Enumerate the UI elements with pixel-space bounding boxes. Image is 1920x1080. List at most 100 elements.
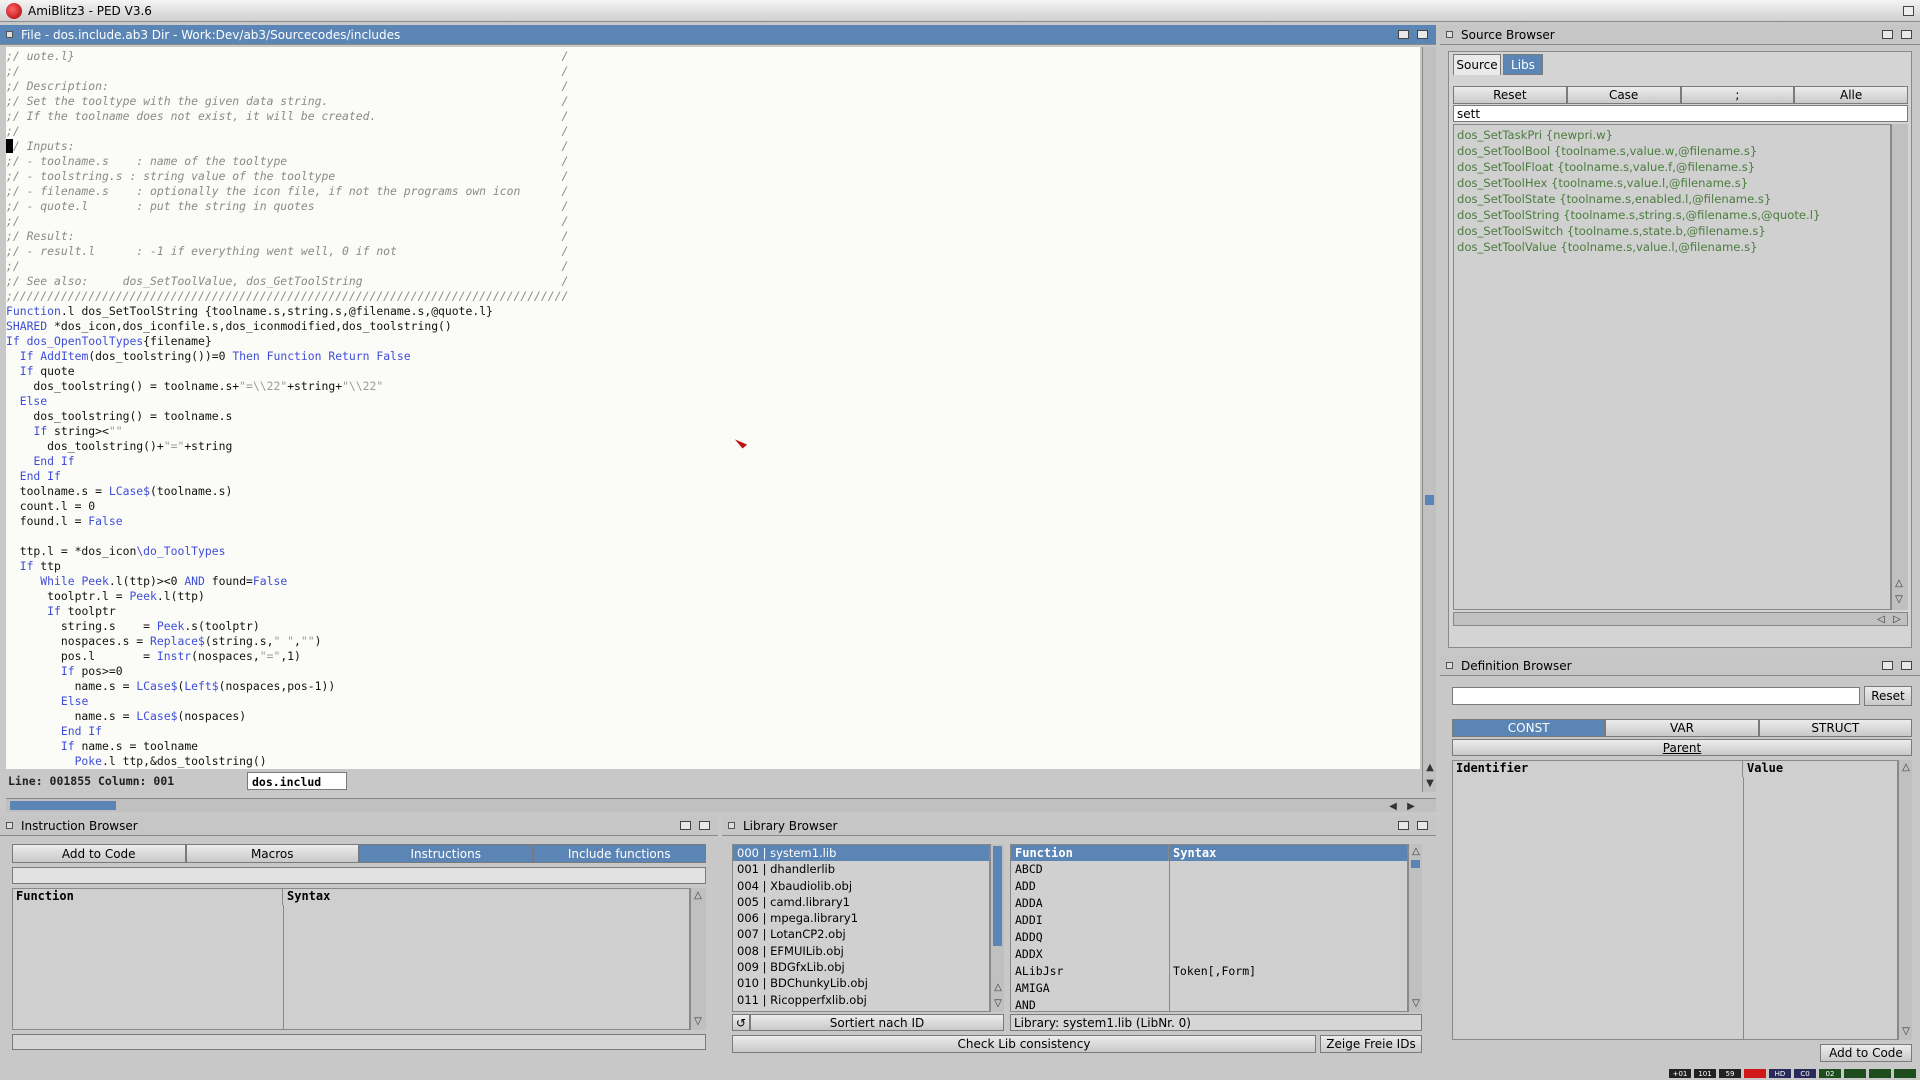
code-line[interactable]: End If (6, 469, 1420, 484)
function-row[interactable]: ADDI (1011, 912, 1407, 929)
close-icon[interactable] (728, 822, 735, 829)
code-line[interactable]: name.s = LCase$(Left$(nospaces,pos-1)) (6, 679, 1420, 694)
library-function-scrollbar[interactable]: △ ▽ (1408, 844, 1422, 1012)
code-line[interactable]: dos_toolstring() = toolname.s (6, 409, 1420, 424)
code-line[interactable]: ;/ See also: dos_SetToolValue, dos_GetTo… (6, 274, 1420, 289)
tab-struct[interactable]: STRUCT (1758, 719, 1912, 737)
library-list-item[interactable]: 010 | BDChunkyLib.obj (733, 975, 989, 991)
library-list-item[interactable]: 009 | BDGfxLib.obj (733, 959, 989, 975)
scroll-up-icon[interactable]: △ (991, 980, 1005, 994)
library-list-item[interactable]: 007 | LotanCP2.obj (733, 926, 989, 942)
editor-horizontal-scrollbar[interactable]: ◀ ▶ (6, 798, 1436, 812)
source-list[interactable]: dos_SetTaskPri {newpri.w} dos_SetToolBool… (1453, 124, 1891, 610)
code-line[interactable]: Else (6, 394, 1420, 409)
library-list-item[interactable]: 008 | EFMUILib.obj (733, 943, 989, 959)
zoom-icon[interactable] (1398, 821, 1409, 830)
code-line[interactable]: If string><"" (6, 424, 1420, 439)
case-button[interactable]: Case (1566, 86, 1681, 104)
semicolon-button[interactable]: ; (1680, 86, 1795, 104)
scroll-up-icon[interactable]: △ (1892, 576, 1906, 590)
code-line[interactable]: count.l = 0 (6, 499, 1420, 514)
code-line[interactable]: End If (6, 454, 1420, 469)
depth-icon[interactable] (1417, 30, 1428, 39)
code-line[interactable]: If name.s = toolname (6, 739, 1420, 754)
editor-window-titlebar[interactable]: File - dos.include.ab3 Dir - Work:Dev/ab… (0, 25, 1436, 45)
code-line[interactable]: ;/ Inputs: / (6, 139, 1420, 154)
code-line[interactable]: ;/ / (6, 214, 1420, 229)
source-list-item[interactable]: dos_SetToolBool {toolname.s,value.w,@fil… (1454, 143, 1890, 159)
library-list-item[interactable]: 011 | Ricopperfxlib.obj (733, 992, 989, 1008)
function-row[interactable]: ADDA (1011, 895, 1407, 912)
code-line[interactable]: If toolptr (6, 604, 1420, 619)
check-lib-consistency-button[interactable]: Check Lib consistency (732, 1035, 1316, 1053)
instruction-table[interactable]: Function Syntax (12, 888, 690, 1030)
code-line[interactable]: If dos_OpenToolTypes{filename} (6, 334, 1420, 349)
sort-toggle-icon[interactable]: ↺ (732, 1014, 750, 1031)
zoom-icon[interactable] (1882, 30, 1893, 39)
close-icon[interactable] (1446, 31, 1453, 38)
depth-icon[interactable] (1417, 821, 1428, 830)
library-scroll-knob[interactable] (993, 846, 1002, 946)
function-row[interactable]: AMIGA (1011, 980, 1407, 997)
scroll-up-icon[interactable]: △ (1409, 844, 1423, 858)
definition-add-to-code-button[interactable]: Add to Code (1820, 1044, 1912, 1062)
definition-search-input[interactable] (1452, 687, 1860, 705)
scroll-up-icon[interactable]: △ (691, 888, 705, 902)
instructions-button[interactable]: Instructions (359, 844, 533, 863)
editor-vscroll-knob[interactable] (1425, 495, 1434, 505)
code-line[interactable]: ;/ Description: / (6, 79, 1420, 94)
column-value[interactable]: Value (1743, 761, 1783, 777)
code-line[interactable]: ttp.l = *dos_icon\do_ToolTypes (6, 544, 1420, 559)
code-line[interactable]: ;/ / (6, 124, 1420, 139)
reset-button[interactable]: Reset (1453, 86, 1567, 104)
code-line[interactable]: If AddItem(dos_toolstring())=0 Then Func… (6, 349, 1420, 364)
source-list-item[interactable]: dos_SetToolValue {toolname.s,value.l,@fi… (1454, 239, 1890, 255)
scroll-up-icon[interactable]: ▲ (1423, 760, 1437, 774)
code-area[interactable]: ;/ uote.l} / ;/ / ;/ Description: / ;/ S… (6, 47, 1420, 792)
zoom-icon[interactable] (1398, 30, 1409, 39)
column-syntax[interactable]: Syntax (1169, 845, 1407, 861)
code-line[interactable]: ;/ / (6, 64, 1420, 79)
code-line[interactable]: string.s = Peek.s(toolptr) (6, 619, 1420, 634)
tab-source[interactable]: Source (1453, 54, 1501, 75)
scroll-down-icon[interactable]: ▼ (1423, 776, 1437, 790)
file-tab[interactable]: dos.includ (247, 771, 347, 790)
code-line[interactable]: ;/ uote.l} / (6, 49, 1420, 64)
include-functions-button[interactable]: Include functions (532, 844, 706, 863)
scroll-down-icon[interactable]: ▽ (991, 996, 1005, 1010)
code-line[interactable]: SHARED *dos_icon,dos_iconfile.s,dos_icon… (6, 319, 1420, 334)
screen-depth-gadget[interactable] (1903, 5, 1914, 16)
code-line[interactable]: name.s = LCase$(nospaces) (6, 709, 1420, 724)
code-line[interactable]: ;/ If the toolname does not exist, it wi… (6, 109, 1420, 124)
scroll-right-icon[interactable]: ▷ (1890, 612, 1904, 626)
function-row[interactable]: ADDX (1011, 946, 1407, 963)
add-to-code-button[interactable]: Add to Code (12, 844, 186, 863)
zoom-icon[interactable] (680, 821, 691, 830)
code-line[interactable]: ;/ - toolname.s : name of the tooltype / (6, 154, 1420, 169)
source-list-item[interactable]: dos_SetTaskPri {newpri.w} (1454, 127, 1890, 143)
parent-button[interactable]: Parent (1452, 739, 1912, 756)
close-icon[interactable] (6, 822, 13, 829)
code-line[interactable]: ;/ - result.l : -1 if everything went we… (6, 244, 1420, 259)
column-syntax[interactable]: Syntax (283, 889, 330, 905)
instruction-scrollbar[interactable]: △ ▽ (690, 888, 706, 1030)
column-function[interactable]: Function (13, 889, 283, 905)
function-row[interactable]: ALibJsr Token[,Form] (1011, 963, 1407, 980)
code-line[interactable]: pos.l = Instr(nospaces,"=",1) (6, 649, 1420, 664)
code-line[interactable]: Poke.l ttp,&dos_toolstring() (6, 754, 1420, 769)
editor-vertical-scrollbar[interactable]: ▲ ▼ (1422, 47, 1436, 792)
close-icon[interactable] (1446, 662, 1453, 669)
definition-reset-button[interactable]: Reset (1864, 686, 1912, 706)
function-row[interactable]: ADDQ (1011, 929, 1407, 946)
close-icon[interactable] (6, 31, 13, 38)
show-free-ids-button[interactable]: Zeige Freie IDs (1320, 1035, 1422, 1053)
library-list-item[interactable]: 001 | dhandlerlib (733, 861, 989, 877)
code-line[interactable]: nospaces.s = Replace$(string.s," ","") (6, 634, 1420, 649)
depth-icon[interactable] (1901, 30, 1912, 39)
code-line[interactable]: ;/ Set the tooltype with the given data … (6, 94, 1420, 109)
tab-var[interactable]: VAR (1605, 719, 1759, 737)
code-line[interactable]: toolptr.l = Peek.l(ttp) (6, 589, 1420, 604)
library-list-scrollbar[interactable]: △ ▽ (990, 844, 1004, 1012)
library-list-item[interactable]: 005 | camd.library1 (733, 894, 989, 910)
scroll-down-icon[interactable]: ▽ (1892, 592, 1906, 606)
